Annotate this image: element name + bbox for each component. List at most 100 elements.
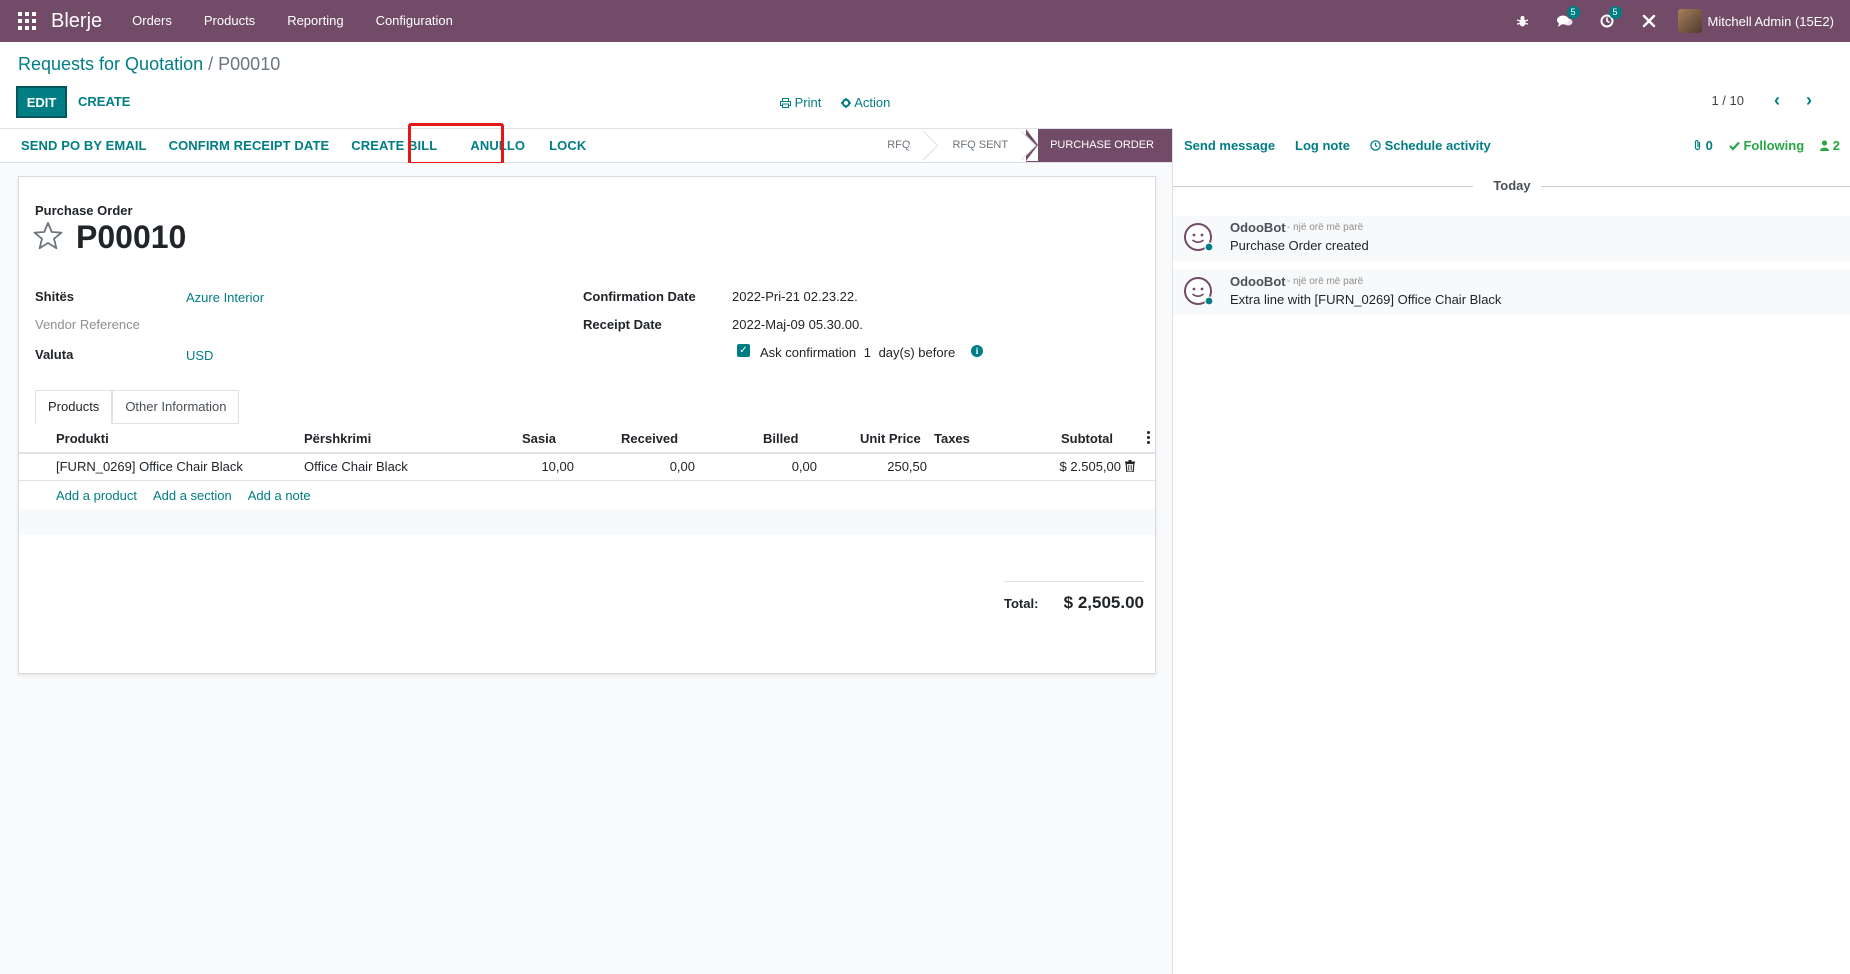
confirmation-date-field[interactable]: 2022-Pri-21 02.23.22. (732, 289, 858, 304)
vendor-field[interactable]: Azure Interior (186, 290, 264, 305)
stage-purchase-order[interactable]: PURCHASE ORDER (1026, 129, 1172, 162)
chevron-right-icon[interactable]: › (1802, 91, 1816, 109)
message-body: Purchase Order created (1230, 238, 1369, 253)
user-icon (1820, 140, 1830, 151)
totals-block: Total: $ 2,505.00 (1004, 581, 1144, 612)
cell-product[interactable]: [FURN_0269] Office Chair Black (56, 454, 243, 480)
breadcrumb-current: P00010 (218, 54, 281, 74)
action-button[interactable]: Action (841, 95, 890, 110)
info-icon[interactable]: i (971, 345, 983, 357)
top-navbar: Blerje Orders Products Reporting Configu… (0, 0, 1850, 42)
menu-reporting[interactable]: Reporting (271, 0, 359, 42)
form-area: Purchase Order P00010 Shitës Azure Inter… (0, 163, 1172, 974)
menu-configuration[interactable]: Configuration (360, 0, 469, 42)
cell-unit-price[interactable]: 250,50 (887, 454, 927, 480)
empty-row (19, 509, 1155, 535)
trash-icon[interactable] (1125, 460, 1135, 472)
clock-icon (1370, 139, 1381, 151)
receipt-date-label: Receipt Date (583, 317, 662, 332)
cell-quantity[interactable]: 10,00 (541, 454, 574, 480)
breadcrumb-parent[interactable]: Requests for Quotation (18, 54, 203, 74)
column-received[interactable]: Received (621, 423, 678, 454)
confirm-receipt-date-button[interactable]: CONFIRM RECEIPT DATE (158, 129, 341, 162)
date-separator-label: Today (1493, 178, 1531, 193)
message-author[interactable]: OdooBot (1230, 220, 1286, 235)
stage-rfq-sent[interactable]: RFQ SENT (928, 129, 1026, 162)
column-unit-price[interactable]: Unit Price (860, 423, 921, 454)
cell-description[interactable]: Office Chair Black (304, 454, 408, 480)
check-icon (1729, 141, 1740, 151)
table-row[interactable]: [FURN_0269] Office Chair Black Office Ch… (19, 454, 1155, 481)
optional-columns-icon[interactable] (1147, 431, 1151, 446)
messages-icon[interactable]: 5 (1544, 0, 1586, 42)
vendor-label: Shitës (35, 289, 75, 304)
column-quantity[interactable]: Sasia (522, 423, 556, 454)
cell-billed[interactable]: 0,00 (792, 454, 817, 480)
message-body: Extra line with [FURN_0269] Office Chair… (1230, 292, 1502, 307)
create-button[interactable]: CREATE (78, 94, 130, 109)
log-note-button[interactable]: Log note (1295, 138, 1350, 153)
pager: 1 / 10 ‹ › (1711, 91, 1816, 109)
gear-icon (841, 98, 852, 108)
app-name[interactable]: Blerje (51, 10, 102, 33)
column-subtotal[interactable]: Subtotal (1061, 423, 1113, 454)
chatter-followers: 0 Following 2 (1693, 138, 1840, 153)
ask-confirmation-days[interactable]: 1 (864, 345, 871, 360)
menu-orders[interactable]: Orders (116, 0, 188, 42)
add-product-link[interactable]: Add a product (56, 488, 137, 503)
tab-other-information[interactable]: Other Information (112, 390, 240, 424)
column-description[interactable]: Përshkrimi (304, 423, 371, 454)
chatter-message: OdooBot - një orë më parë Extra line wit… (1173, 270, 1850, 315)
add-note-link[interactable]: Add a note (248, 488, 311, 503)
send-po-by-email-button[interactable]: SEND PO BY EMAIL (10, 129, 158, 162)
edit-button[interactable]: EDIT (16, 86, 67, 118)
tools-icon[interactable] (1628, 0, 1670, 42)
followers-button[interactable]: 2 (1820, 138, 1840, 153)
following-button[interactable]: Following (1729, 138, 1804, 153)
user-menu[interactable]: Mitchell Admin (15E2) (1670, 9, 1850, 33)
systray: 5 5 Mitchell Admin (15E2) (1502, 0, 1850, 42)
menu-products[interactable]: Products (188, 0, 271, 42)
odoobot-avatar (1184, 277, 1214, 306)
attachments-count: 0 (1705, 138, 1713, 153)
star-icon[interactable] (33, 221, 63, 251)
message-author[interactable]: OdooBot (1230, 274, 1286, 289)
stage-rfq[interactable]: RFQ (869, 129, 928, 162)
column-billed[interactable]: Billed (763, 423, 798, 454)
ask-confirmation-suffix: day(s) before (878, 345, 956, 360)
main-menu: Orders Products Reporting Configuration (116, 0, 469, 42)
apps-menu-icon[interactable] (17, 11, 37, 31)
order-lines-header: Produkti Përshkrimi Sasia Received Bille… (19, 423, 1155, 454)
add-section-link[interactable]: Add a section (153, 488, 232, 503)
column-taxes[interactable]: Taxes (934, 423, 970, 454)
lock-button[interactable]: LOCK (547, 129, 597, 162)
schedule-activity-button[interactable]: Schedule activity (1370, 138, 1491, 153)
schedule-activity-label: Schedule activity (1384, 137, 1491, 153)
activities-icon[interactable]: 5 (1586, 0, 1628, 42)
vendor-reference-field[interactable] (186, 317, 386, 333)
currency-field[interactable]: USD (186, 348, 213, 363)
cell-received[interactable]: 0,00 (670, 454, 695, 480)
paperclip-icon (1694, 139, 1701, 151)
chatter: Send message Log note Schedule activity … (1172, 128, 1850, 974)
date-separator: Today (1173, 178, 1850, 194)
attachments-button[interactable]: 0 (1693, 138, 1713, 153)
pager-counter[interactable]: 1 / 10 (1711, 93, 1744, 108)
document-name: P00010 (76, 219, 187, 255)
messages-badge: 5 (1566, 6, 1580, 19)
print-button[interactable]: Print (780, 95, 821, 110)
ask-confirmation-checkbox[interactable]: ✓ (737, 344, 750, 357)
chevron-left-icon[interactable]: ‹ (1770, 91, 1784, 109)
tab-products[interactable]: Products (35, 390, 113, 424)
cell-subtotal: $ 2.505,00 (1059, 459, 1121, 474)
document-type: Purchase Order (35, 203, 133, 218)
total-label: Total: (1004, 596, 1039, 611)
bug-icon[interactable] (1502, 0, 1544, 42)
action-label: Action (854, 95, 891, 110)
message-date: - një orë më parë (1287, 276, 1364, 287)
send-message-button[interactable]: Send message (1184, 138, 1275, 153)
stage-pipeline: RFQ RFQ SENT PURCHASE ORDER (869, 129, 1172, 162)
column-product[interactable]: Produkti (56, 423, 109, 454)
receipt-date-field[interactable]: 2022-Maj-09 05.30.00. (732, 317, 863, 332)
add-line-links: Add a product Add a section Add a note (56, 481, 311, 509)
